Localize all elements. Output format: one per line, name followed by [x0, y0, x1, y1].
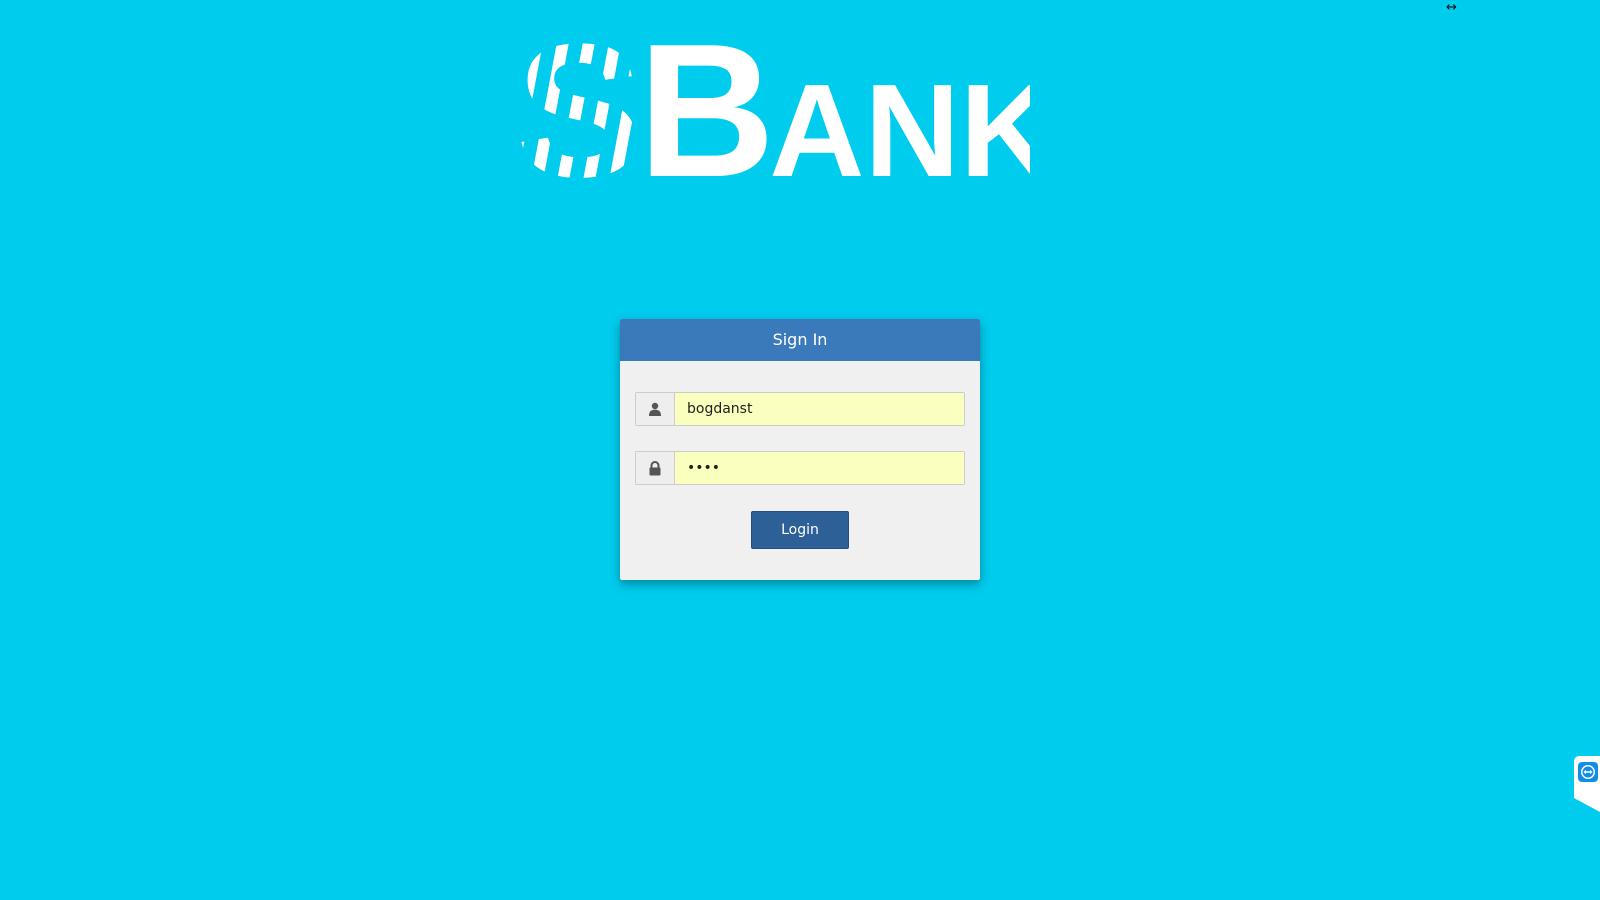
password-input[interactable]: [675, 452, 964, 484]
logo-wordmark: BANK: [638, 36, 1030, 186]
username-field[interactable]: [635, 392, 965, 426]
login-page: S BANK Sign In: [0, 0, 1600, 900]
signin-title: Sign In: [620, 319, 980, 361]
signin-panel: Sign In Login: [620, 319, 980, 580]
lock-icon: [636, 452, 675, 484]
resize-cursor-icon: ↔: [1446, 0, 1457, 15]
username-input[interactable]: [675, 393, 964, 425]
teamviewer-icon[interactable]: [1574, 756, 1600, 812]
user-icon: [636, 393, 675, 425]
bank-logo: S BANK: [520, 36, 1030, 186]
login-button[interactable]: Login: [751, 511, 849, 549]
password-field[interactable]: [635, 451, 965, 485]
